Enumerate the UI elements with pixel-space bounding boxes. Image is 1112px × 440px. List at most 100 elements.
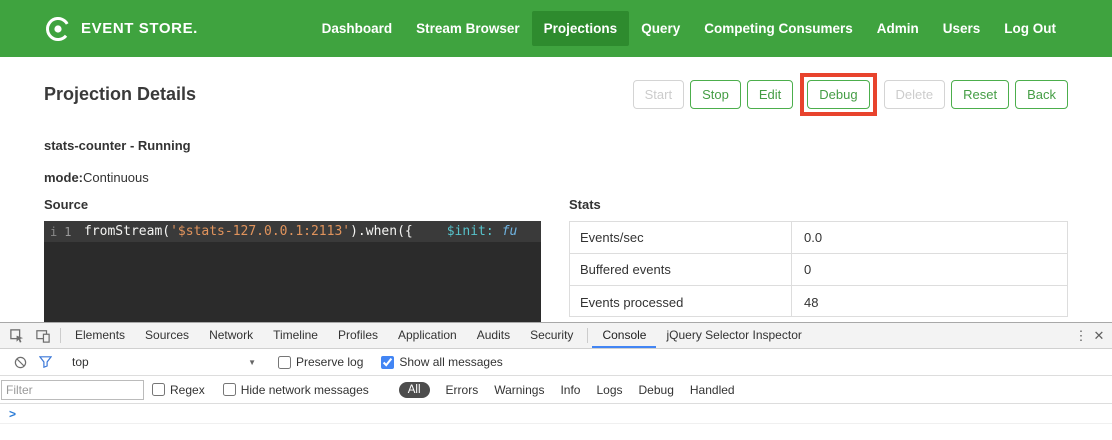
nav-admin[interactable]: Admin — [865, 11, 931, 46]
preserve-log-input[interactable] — [278, 356, 291, 369]
line-number: 1 — [64, 225, 71, 239]
filter-input[interactable] — [1, 380, 144, 400]
hide-network-messages-checkbox[interactable]: Hide network messages — [223, 383, 369, 397]
nav-logout[interactable]: Log Out — [992, 11, 1068, 46]
regex-checkbox[interactable]: Regex — [152, 383, 205, 397]
table-row: Events processed 48 — [570, 286, 1067, 317]
brand-name: EVENT STORE. — [81, 20, 198, 37]
start-button[interactable]: Start — [633, 80, 684, 109]
back-button[interactable]: Back — [1015, 80, 1068, 109]
editor-gutter: i 1 — [44, 225, 84, 239]
tab-audits[interactable]: Audits — [467, 323, 520, 348]
nav-projections[interactable]: Projections — [532, 11, 630, 46]
table-row: Events/sec 0.0 — [570, 222, 1067, 254]
code-init-key: $init: — [447, 224, 494, 239]
stat-value: 0 — [792, 254, 811, 285]
tab-application[interactable]: Application — [388, 323, 467, 348]
page-title: Projection Details — [44, 84, 196, 105]
mode-value: Continuous — [83, 170, 149, 185]
top-navbar: EVENT STORE. Dashboard Stream Browser Pr… — [0, 0, 1112, 57]
stats-column: Stats Events/sec 0.0 Buffered events 0 E… — [569, 197, 1068, 322]
tabbar-right-controls: ⋮ ✕ — [1072, 328, 1108, 344]
eventstore-logo[interactable]: EVENT STORE. — [44, 15, 198, 43]
mode-label: mode: — [44, 170, 83, 185]
source-column: Source i 1 fromStream('$stats-127.0.0.1:… — [44, 197, 541, 322]
preserve-log-checkbox[interactable]: Preserve log — [278, 355, 363, 369]
projection-details-page: Projection Details Start Stop Edit Debug… — [0, 71, 1112, 322]
mode-row: mode:Continuous — [44, 170, 1068, 185]
tab-sources[interactable]: Sources — [135, 323, 199, 348]
level-filter-warnings[interactable]: Warnings — [494, 383, 544, 397]
inspect-element-icon[interactable] — [4, 323, 30, 348]
regex-label: Regex — [170, 383, 205, 397]
stat-name: Buffered events — [570, 254, 792, 285]
level-filter-all[interactable]: All — [399, 382, 430, 398]
console-prompt-icon: > — [0, 407, 16, 421]
nav-stream-browser[interactable]: Stream Browser — [404, 11, 532, 46]
devtools-panel: Elements Sources Network Timeline Profil… — [0, 322, 1112, 440]
nav-users[interactable]: Users — [931, 11, 993, 46]
context-value: top — [72, 355, 89, 369]
tab-elements[interactable]: Elements — [65, 323, 135, 348]
console-output-area[interactable]: > — [0, 404, 1112, 440]
hide-network-input[interactable] — [223, 383, 236, 396]
table-row: Buffered events 0 — [570, 254, 1067, 286]
console-filterbar: Regex Hide network messages All Errors W… — [0, 376, 1112, 404]
show-all-messages-checkbox[interactable]: Show all messages — [381, 355, 502, 369]
clear-console-icon[interactable] — [8, 356, 33, 369]
overflow-menu-icon[interactable]: ⋮ — [1072, 328, 1090, 344]
regex-input[interactable] — [152, 383, 165, 396]
level-filter-errors[interactable]: Errors — [446, 383, 479, 397]
page-header: Projection Details Start Stop Edit Debug… — [44, 71, 1068, 117]
tab-security[interactable]: Security — [520, 323, 583, 348]
show-all-messages-input[interactable] — [381, 356, 394, 369]
detail-columns: Source i 1 fromStream('$stats-127.0.0.1:… — [44, 197, 1068, 322]
code-text: fromStream('$stats-127.0.0.1:2113').when… — [84, 224, 517, 239]
tabbar-divider — [60, 328, 61, 343]
delete-button[interactable]: Delete — [884, 80, 946, 109]
stats-table: Events/sec 0.0 Buffered events 0 Events … — [569, 221, 1068, 317]
stop-button[interactable]: Stop — [690, 80, 741, 109]
tab-network[interactable]: Network — [199, 323, 263, 348]
execution-context-selector[interactable]: top ▼ — [68, 353, 260, 371]
level-filter-info[interactable]: Info — [560, 383, 580, 397]
code-when: ).when({ — [350, 224, 413, 239]
stats-label: Stats — [569, 197, 1068, 212]
tab-profiles[interactable]: Profiles — [328, 323, 388, 348]
stat-value: 48 — [792, 286, 818, 317]
console-input-row[interactable]: > — [0, 404, 1112, 424]
debug-button[interactable]: Debug — [807, 80, 869, 109]
hide-network-label: Hide network messages — [241, 383, 369, 397]
main-nav: Dashboard Stream Browser Projections Que… — [310, 11, 1068, 46]
edit-button[interactable]: Edit — [747, 80, 793, 109]
source-label: Source — [44, 197, 541, 212]
level-filter-debug[interactable]: Debug — [639, 383, 674, 397]
console-toolbar: top ▼ Preserve log Show all messages — [0, 349, 1112, 376]
code-call: fromStream( — [84, 224, 170, 239]
source-code-editor[interactable]: i 1 fromStream('$stats-127.0.0.1:2113').… — [44, 221, 541, 322]
chevron-down-icon: ▼ — [248, 358, 256, 367]
tab-console[interactable]: Console — [592, 323, 656, 348]
level-filter-logs[interactable]: Logs — [596, 383, 622, 397]
nav-dashboard[interactable]: Dashboard — [310, 11, 405, 46]
action-buttons: Start Stop Edit Debug Delete Reset Back — [633, 73, 1068, 116]
code-stream-string: '$stats-127.0.0.1:2113' — [170, 224, 350, 239]
tab-timeline[interactable]: Timeline — [263, 323, 328, 348]
code-line-1: i 1 fromStream('$stats-127.0.0.1:2113').… — [44, 221, 541, 242]
nav-query[interactable]: Query — [629, 11, 692, 46]
code-init-value: fu — [502, 224, 518, 239]
level-filter-handled[interactable]: Handled — [690, 383, 735, 397]
nav-competing-consumers[interactable]: Competing Consumers — [692, 11, 865, 46]
device-toolbar-icon[interactable] — [30, 323, 56, 348]
debug-highlight-box: Debug — [800, 73, 876, 116]
tab-jquery-selector-inspector[interactable]: jQuery Selector Inspector — [656, 323, 811, 348]
gutter-info-icon: i — [50, 225, 57, 239]
reset-button[interactable]: Reset — [951, 80, 1009, 109]
stat-value: 0.0 — [792, 222, 822, 253]
close-devtools-icon[interactable]: ✕ — [1090, 328, 1108, 344]
show-all-messages-label: Show all messages — [399, 355, 502, 369]
stat-name: Events/sec — [570, 222, 792, 253]
filter-funnel-icon[interactable] — [33, 356, 58, 368]
projection-status: stats-counter - Running — [44, 138, 1068, 153]
tabbar-divider — [587, 328, 588, 343]
